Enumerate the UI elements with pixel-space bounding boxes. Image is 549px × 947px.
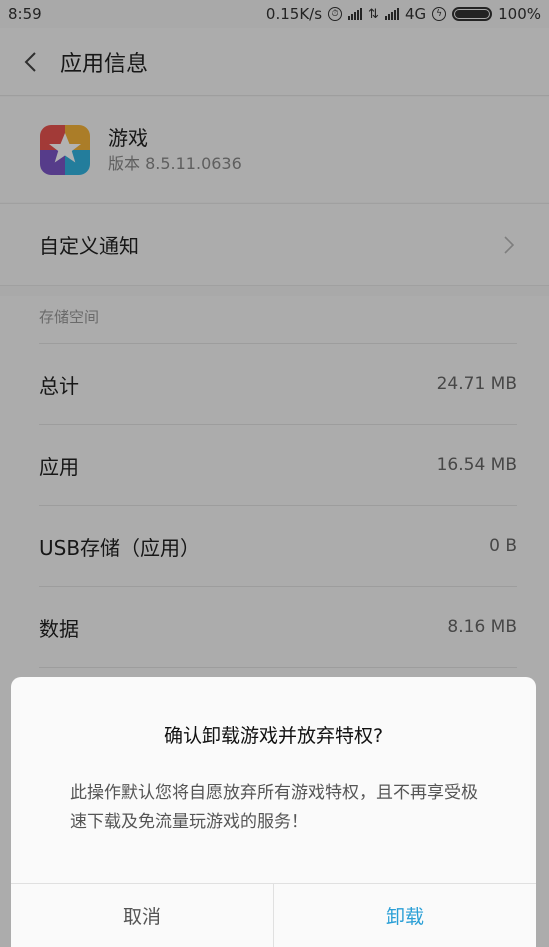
uninstall-button[interactable]: 卸载: [273, 884, 536, 947]
cancel-button[interactable]: 取消: [11, 884, 273, 947]
dialog-title: 确认卸载游戏并放弃特权?: [163, 725, 384, 747]
uninstall-confirm-dialog: 确认卸载游戏并放弃特权? 此操作默认您将自愿放弃所有游戏特权，且不再享受极速下载…: [11, 677, 536, 947]
dialog-buttons: 取消 卸载: [11, 883, 536, 947]
app-info-screen: 8:59 0.15K/s ⏱ ⇅ 4G ϟ 100% 应用信息 游戏 版本 8.…: [0, 0, 549, 947]
dialog-message: 此操作默认您将自愿放弃所有游戏特权，且不再享受极速下载及免流量玩游戏的服务！: [70, 783, 478, 832]
